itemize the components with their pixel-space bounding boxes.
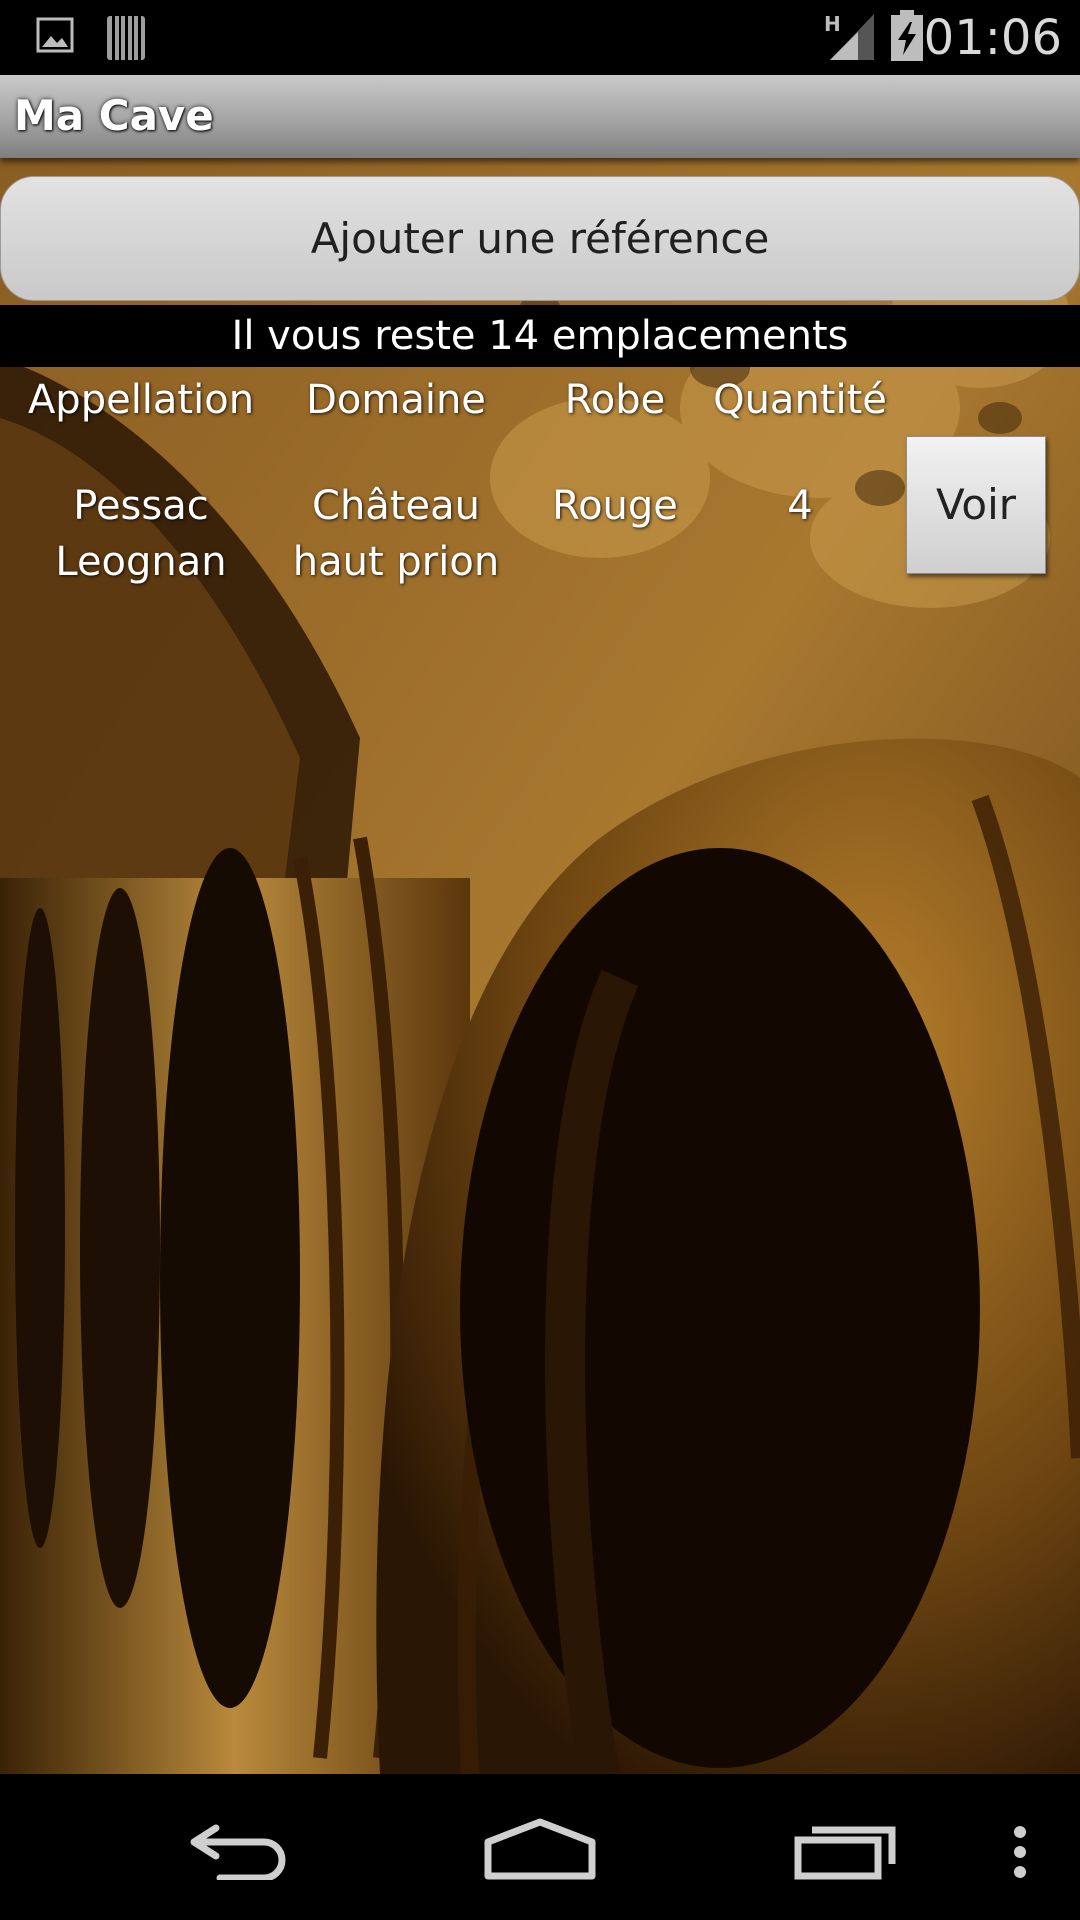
row-robe: Rouge: [552, 483, 678, 529]
add-reference-button[interactable]: Ajouter une référence: [0, 176, 1080, 301]
home-icon: [484, 1818, 596, 1884]
header-appellation: Appellation: [27, 377, 255, 423]
back-button[interactable]: [150, 1774, 330, 1920]
header-quantite: Quantité: [713, 377, 887, 423]
status-time: 01:06: [923, 10, 1062, 66]
barcode-icon: [106, 16, 146, 64]
header-domaine: Domaine: [306, 377, 486, 423]
header-robe: Robe: [564, 377, 666, 423]
overflow-menu-button[interactable]: [990, 1774, 1050, 1920]
signal-icon: [828, 12, 876, 66]
battery-charging-icon: [890, 10, 924, 66]
home-button[interactable]: [450, 1774, 630, 1920]
screen: H 01:06 Ma Cave Ajouter une référence Il…: [0, 0, 1080, 1920]
view-button[interactable]: Voir: [906, 436, 1046, 574]
gallery-icon: [36, 16, 74, 58]
recent-apps-button[interactable]: [770, 1774, 950, 1920]
recent-apps-icon: [792, 1818, 902, 1884]
app-title: Ma Cave: [14, 91, 214, 140]
status-bar: H 01:06: [0, 0, 1080, 75]
row-quantite: 4: [787, 483, 813, 529]
back-icon: [186, 1822, 296, 1884]
overflow-menu-icon: [1012, 1826, 1028, 1882]
action-bar: Ma Cave: [0, 75, 1080, 158]
row-domaine: Château haut prion: [292, 483, 500, 585]
navigation-bar: [0, 1774, 1080, 1920]
content-area: Ajouter une référence Il vous reste 14 e…: [0, 158, 1080, 1774]
row-appellation: Pessac Leognan: [55, 483, 227, 585]
remaining-slots-text: Il vous reste 14 emplacements: [0, 305, 1080, 367]
